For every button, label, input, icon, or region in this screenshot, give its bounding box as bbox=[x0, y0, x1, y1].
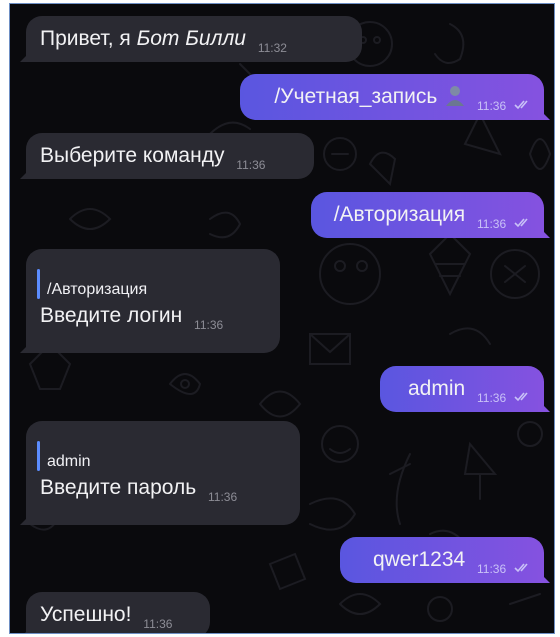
message-text: Введите логин bbox=[40, 304, 183, 327]
message-text: admin bbox=[407, 377, 466, 400]
message-text: Выберите команду bbox=[40, 144, 225, 167]
message-bot-enter-login[interactable]: /Авторизация Введите логин 11:36 bbox=[26, 249, 280, 353]
message-time: 11:36 bbox=[477, 562, 507, 576]
reply-preview[interactable]: /Авторизация bbox=[37, 269, 268, 299]
message-time: 11:36 bbox=[236, 158, 266, 172]
message-text: Привет, я bbox=[40, 27, 137, 50]
double-check-icon bbox=[514, 218, 528, 228]
message-text: qwer1234 bbox=[372, 548, 466, 571]
message-bot-enter-password[interactable]: admin Введите пароль 11:36 bbox=[26, 421, 300, 525]
message-time: 11:36 bbox=[477, 217, 507, 231]
message-user-login[interactable]: admin 11:36 bbox=[380, 366, 544, 412]
message-time: 11:36 bbox=[194, 318, 224, 332]
message-time: 11:36 bbox=[477, 99, 507, 113]
chat-window: Привет, я Бот Билли 11:32 /Учетная_запис… bbox=[9, 3, 555, 634]
reply-quoted-text: admin bbox=[47, 453, 91, 470]
message-time: 11:32 bbox=[257, 41, 287, 55]
message-text: Успешно! bbox=[40, 603, 132, 626]
message-bot-success[interactable]: Успешно! 11:36 bbox=[26, 592, 210, 633]
reply-preview[interactable]: admin bbox=[37, 441, 288, 471]
message-text: /Авторизация bbox=[333, 203, 466, 226]
message-user-account-command[interactable]: /Учетная_запись 11:36 bbox=[240, 74, 544, 120]
double-check-icon bbox=[514, 563, 528, 573]
message-time: 11:36 bbox=[143, 617, 173, 631]
message-user-authorization-command[interactable]: /Авторизация 11:36 bbox=[311, 192, 544, 238]
message-user-password[interactable]: qwer1234 11:36 bbox=[340, 537, 544, 583]
message-text: /Учетная_запись bbox=[274, 85, 438, 108]
message-time: 11:36 bbox=[208, 490, 238, 504]
bust-in-silhouette-icon bbox=[446, 86, 465, 106]
bot-name: Бот Билли bbox=[136, 27, 246, 50]
double-check-icon bbox=[514, 392, 528, 402]
message-bot-greeting[interactable]: Привет, я Бот Билли 11:32 bbox=[26, 16, 362, 62]
message-time: 11:36 bbox=[477, 391, 507, 405]
message-text: Введите пароль bbox=[40, 476, 197, 499]
reply-quoted-text: /Авторизация bbox=[47, 281, 148, 298]
reply-bar bbox=[37, 441, 40, 471]
reply-bar bbox=[37, 269, 40, 299]
message-bot-choose-command[interactable]: Выберите команду 11:36 bbox=[26, 133, 314, 179]
double-check-icon bbox=[514, 100, 528, 110]
